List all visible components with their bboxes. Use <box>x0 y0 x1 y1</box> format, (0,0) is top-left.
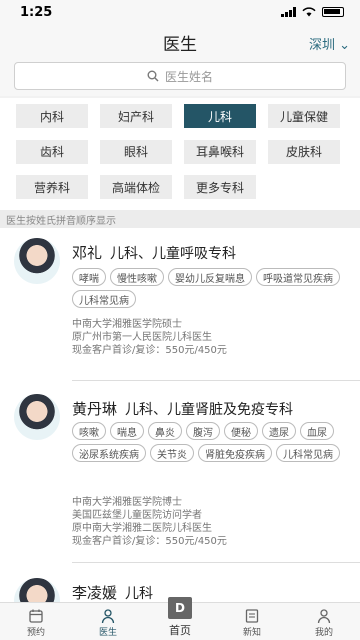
dept-ent[interactable]: 耳鼻喉科 <box>184 139 256 164</box>
doctor-education: 中南大学湘雅医学院硕士 <box>72 319 182 330</box>
tag-list: 咳嗽 喘息 鼻炎 腹泻 便秘 遗尿 血尿 泌尿系统疾病 关节炎 肾脏免疫疾病 儿… <box>72 422 342 462</box>
profile-icon <box>317 609 331 624</box>
tag: 血尿 <box>300 422 334 440</box>
tag-list: 哮喘 慢性咳嗽 婴幼儿反复喘息 呼吸道常见疾病 儿科常见病 <box>72 268 342 308</box>
doctor-specialty: 儿科、儿童肾脏及免疫专科 <box>125 402 294 418</box>
tag: 遗尿 <box>262 422 296 440</box>
tab-bar: 预约 医生 D 首页 新知 我的 <box>0 597 360 640</box>
tab-label: 医生 <box>98 628 117 638</box>
search-bar: 医生姓名 <box>0 60 360 96</box>
avatar <box>14 238 60 284</box>
tab-label: 新知 <box>242 628 261 638</box>
doctor-experience: 原中南大学湘雅二医院儿科医生 <box>72 523 212 534</box>
search-icon <box>147 70 159 82</box>
doctor-info: 中南大学湘雅医学院博士 美国匹兹堡儿童医院访问学者 原中南大学湘雅二医院儿科医生… <box>72 496 227 548</box>
dept-dental[interactable]: 齿科 <box>16 139 88 164</box>
tag: 便秘 <box>224 422 258 440</box>
dept-dermatology[interactable]: 皮肤科 <box>268 139 340 164</box>
status-bar: 1:25 <box>0 0 360 24</box>
tag: 儿科常见病 <box>72 290 136 308</box>
avatar <box>14 578 60 602</box>
doctor-experience: 原广州市第一人民医院儿科医生 <box>72 332 212 343</box>
tab-home[interactable]: D 首页 <box>144 597 216 640</box>
doctor-name: 李凌媛 <box>72 584 118 602</box>
doctor-card[interactable]: 邓礼 儿科、儿童呼吸专科 哮喘 慢性咳嗽 婴幼儿反复喘息 呼吸道常见疾病 儿科常见… <box>0 228 360 382</box>
dept-obstetrics[interactable]: 妇产科 <box>100 104 172 128</box>
city-label: 深圳 <box>308 38 335 53</box>
tag: 儿科常见病 <box>276 444 340 462</box>
avatar <box>14 394 60 440</box>
dept-internal[interactable]: 内科 <box>16 104 88 128</box>
doctor-experience: 美国匹兹堡儿童医院访问学者 <box>72 510 202 521</box>
dept-checkup[interactable]: 高端体检 <box>100 175 172 200</box>
doctor-price: 现金客户首诊/复诊：550元/450元 <box>72 536 227 547</box>
calendar-icon <box>29 609 43 623</box>
doctor-education: 中南大学湘雅医学院博士 <box>72 497 182 508</box>
doctor-info: 中南大学湘雅医学院硕士 原广州市第一人民医院儿科医生 现金客户首诊/复诊：550… <box>72 318 227 357</box>
page-title: 医生 <box>163 34 197 55</box>
tab-label: 首页 <box>169 624 191 637</box>
tab-appointment[interactable]: 预约 <box>0 603 72 640</box>
doctor-list: 邓礼 儿科、儿童呼吸专科 哮喘 慢性咳嗽 婴幼儿反复喘息 呼吸道常见疾病 儿科常见… <box>0 228 360 602</box>
department-grid: 内科 妇产科 儿科 儿童保健 齿科 眼科 耳鼻喉科 皮肤科 营养科 高端体检 更… <box>0 98 360 210</box>
doctor-price: 现金客户首诊/复诊：550元/450元 <box>72 345 227 356</box>
tab-profile[interactable]: 我的 <box>288 603 360 640</box>
doctor-card[interactable]: 黄丹琳 儿科、儿童肾脏及免疫专科 咳嗽 喘息 鼻炎 腹泻 便秘 遗尿 血尿 泌尿系… <box>0 384 360 564</box>
doctor-name: 黄丹琳 <box>72 400 118 418</box>
tag: 慢性咳嗽 <box>110 268 164 286</box>
tab-label: 预约 <box>26 628 45 638</box>
doctor-specialty: 儿科 <box>125 586 154 602</box>
news-icon <box>245 609 259 623</box>
divider <box>72 380 360 381</box>
dept-pediatrics[interactable]: 儿科 <box>184 104 256 128</box>
tab-news[interactable]: 新知 <box>216 603 288 640</box>
chevron-down-icon: ⌄ <box>334 38 350 53</box>
tag: 肾脏免疫疾病 <box>198 444 272 462</box>
status-icons <box>281 7 344 17</box>
doctor-icon <box>101 609 115 624</box>
tag: 关节炎 <box>150 444 194 462</box>
doctor-specialty: 儿科、儿童呼吸专科 <box>110 246 237 262</box>
tab-doctor[interactable]: 医生 <box>72 603 144 640</box>
nav-bar: 医生 深圳 ⌄ <box>0 24 360 60</box>
tag: 喘息 <box>110 422 144 440</box>
tag: 泌尿系统疾病 <box>72 444 146 462</box>
dept-child-health[interactable]: 儿童保健 <box>268 104 340 128</box>
search-input[interactable]: 医生姓名 <box>14 62 346 90</box>
tag: 婴幼儿反复喘息 <box>168 268 252 286</box>
tag: 呼吸道常见疾病 <box>256 268 340 286</box>
doctor-name-line: 邓礼 儿科、儿童呼吸专科 <box>72 242 236 263</box>
city-selector[interactable]: 深圳 ⌄ <box>309 34 350 53</box>
status-time: 1:25 <box>20 4 53 20</box>
wifi-icon <box>302 7 316 17</box>
tag: 鼻炎 <box>148 422 182 440</box>
doctor-name-line: 黄丹琳 儿科、儿童肾脏及免疫专科 <box>72 398 293 419</box>
list-hint: 医生按姓氏拼音顺序显示 <box>0 210 360 228</box>
tag: 咳嗽 <box>72 422 106 440</box>
dept-nutrition[interactable]: 营养科 <box>16 175 88 200</box>
signal-icon <box>281 7 296 17</box>
home-icon: D <box>168 597 192 619</box>
doctor-name: 邓礼 <box>72 244 103 262</box>
dept-more[interactable]: 更多专科 <box>184 175 256 200</box>
tag: 哮喘 <box>72 268 106 286</box>
tag: 腹泻 <box>186 422 220 440</box>
tab-label: 我的 <box>314 628 333 638</box>
doctor-name-line: 李凌媛 儿科 <box>72 582 153 602</box>
dept-ophthalmology[interactable]: 眼科 <box>100 139 172 164</box>
search-placeholder: 医生姓名 <box>164 69 213 84</box>
divider <box>72 562 360 563</box>
battery-icon <box>322 7 344 17</box>
